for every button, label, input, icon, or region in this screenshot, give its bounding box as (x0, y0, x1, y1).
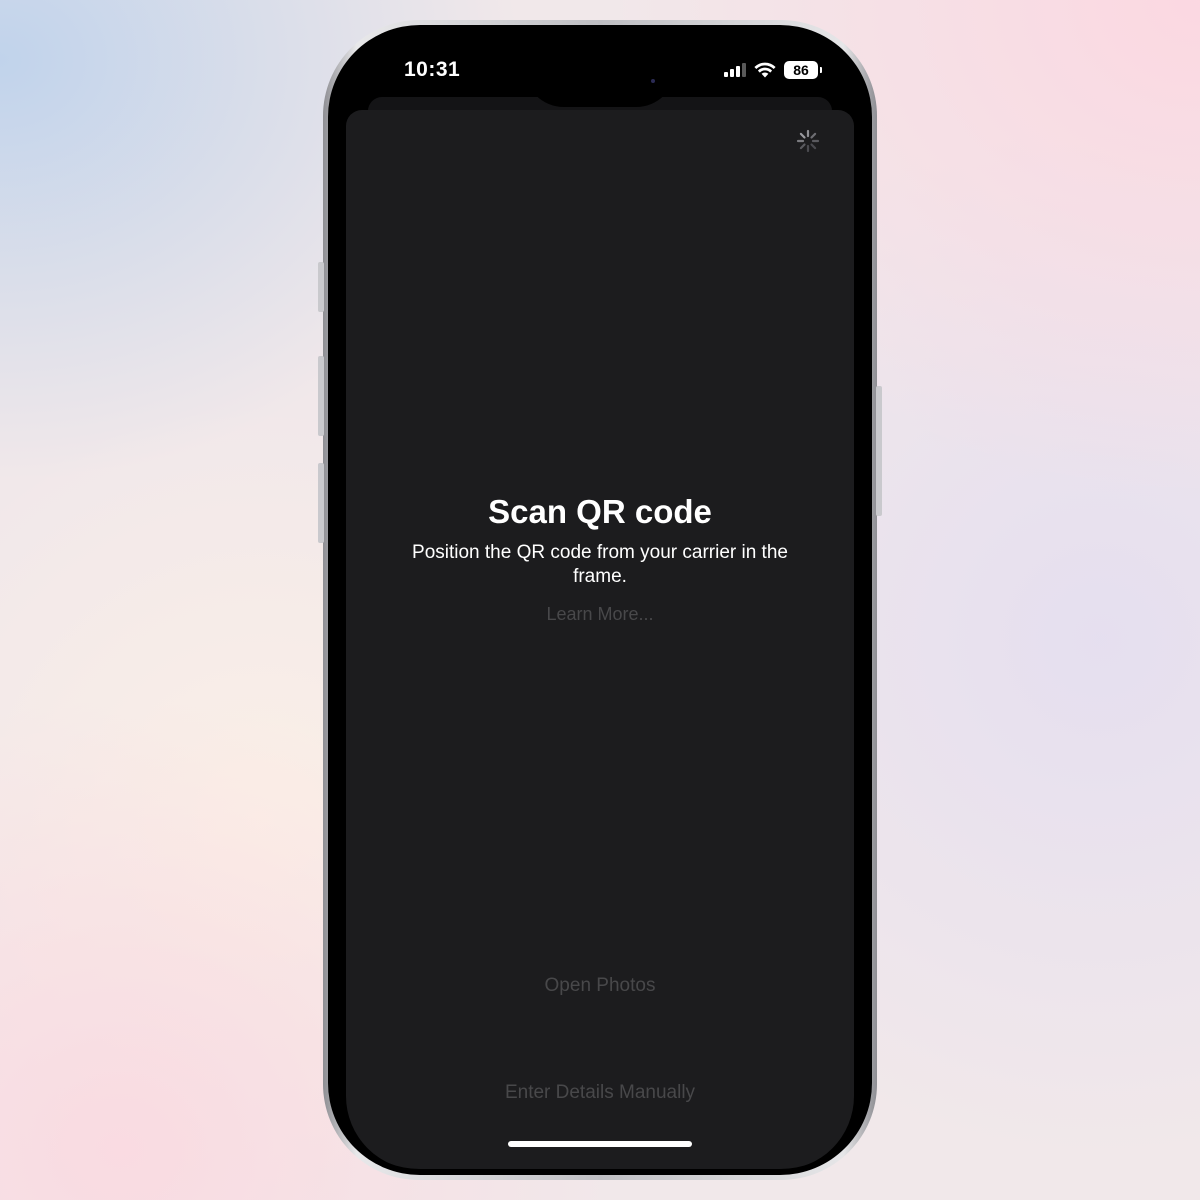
battery-cap (820, 67, 822, 73)
wifi-icon (754, 62, 776, 78)
open-photos-button[interactable]: Open Photos (334, 975, 866, 997)
battery-icon: 86 (784, 61, 822, 79)
page-title: Scan QR code (488, 493, 712, 530)
volume-down-button (318, 463, 324, 543)
action-button (318, 262, 324, 312)
dynamic-island (524, 41, 676, 107)
spinner-icon (796, 129, 820, 153)
volume-up-button (318, 356, 324, 436)
home-indicator[interactable] (508, 1141, 692, 1147)
scan-sheet (346, 110, 854, 1169)
phone-screen: 10:31 86 Scan QR code Position the QR co… (334, 31, 866, 1169)
power-button (876, 386, 882, 516)
status-icons: 86 (724, 61, 822, 79)
learn-more-link[interactable]: Learn More... (334, 604, 866, 625)
page-subtitle: Position the QR code from your carrier i… (412, 542, 788, 587)
signal-bars-icon (724, 63, 746, 77)
battery-level: 86 (793, 62, 809, 78)
enter-details-manually-button[interactable]: Enter Details Manually (334, 1082, 866, 1104)
status-time: 10:31 (404, 58, 461, 81)
front-camera (651, 79, 655, 83)
